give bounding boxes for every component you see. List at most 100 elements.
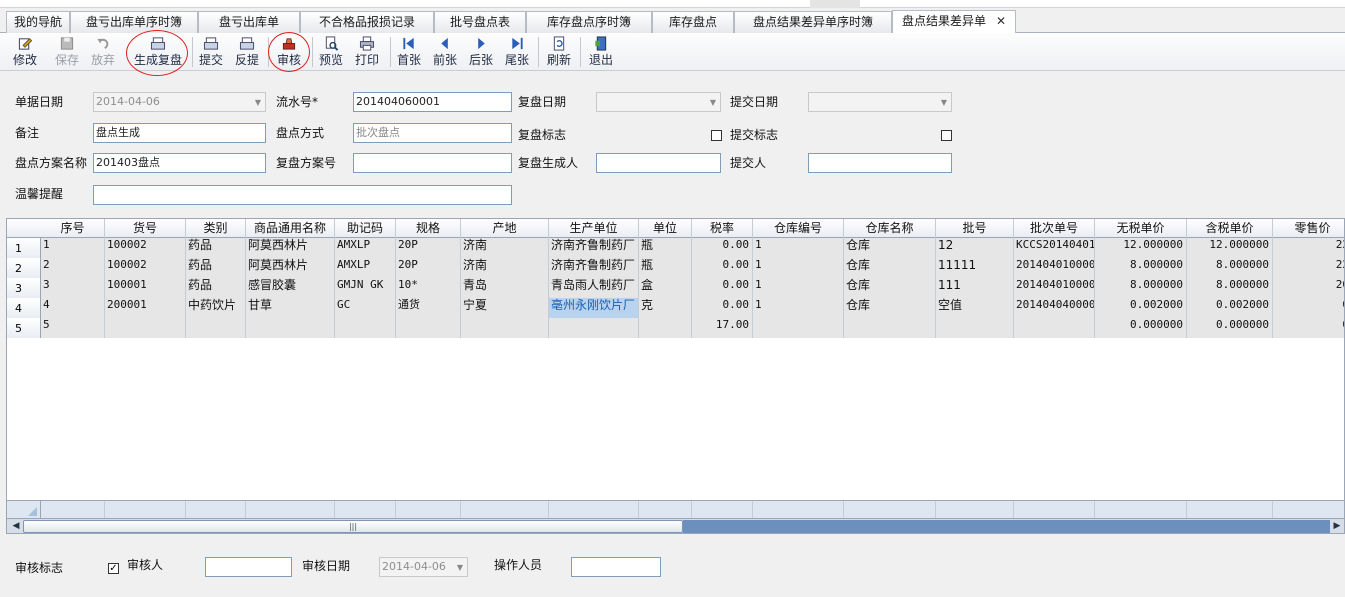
operator-field[interactable] [571,557,661,577]
column-header[interactable]: 商品通用名称 [246,219,335,238]
table-cell[interactable]: 2014040100003 [1014,278,1095,298]
row-header[interactable]: 5 [7,318,41,338]
table-row[interactable]: 3 3 100001 药品 感冒胶囊 GMJN GK 10* 青岛 青岛雨人制药厂盒 0.00 1 仓… [7,278,1344,298]
table-cell[interactable] [639,318,692,338]
submit-button[interactable]: 提交 [196,34,226,70]
table-cell[interactable]: 瓶 [639,258,692,278]
table-cell[interactable]: 11111 [936,258,1014,278]
table-cell[interactable] [461,318,549,338]
table-cell[interactable]: 瓶 [639,238,692,258]
recount-plan-field[interactable] [353,153,512,173]
table-cell[interactable]: 20P [396,258,461,278]
horizontal-scrollbar[interactable]: ◀ ||| ▶ [7,518,1344,533]
preview-button[interactable]: 预览 [316,34,346,70]
table-cell[interactable]: 通货 [396,298,461,318]
table-cell[interactable]: 111 [936,278,1014,298]
table-cell[interactable]: 0.00 [692,298,753,318]
auditor-field[interactable] [205,557,292,577]
doc-date-field[interactable]: 2014-04-06 ▼ [93,92,266,112]
table-cell[interactable]: 2014040100004 [1014,258,1095,278]
table-cell[interactable]: GC [335,298,396,318]
remark-field[interactable]: 盘点生成 [93,123,266,143]
table-cell[interactable]: 100002 [105,258,186,278]
table-cell[interactable]: AMXLP [335,238,396,258]
tab-loss-out[interactable]: 盘亏出库单 [198,11,300,33]
table-cell[interactable]: 1 [753,298,844,318]
chevron-down-icon[interactable]: ▼ [457,559,463,577]
table-cell[interactable]: 2014040400005 [1014,298,1095,318]
tab-stock-count-list[interactable]: 库存盘点序时簿 [526,11,652,33]
tab-loss-out-list[interactable]: 盘亏出库单序时簿 [70,11,198,33]
discard-button[interactable]: 放弃 [86,34,120,70]
table-cell[interactable]: 济南 [461,238,549,258]
scroll-thumb[interactable]: ||| [23,520,683,533]
table-cell[interactable]: 盒 [639,278,692,298]
plan-name-field[interactable]: 201403盘点 [93,153,266,173]
edit-button[interactable]: 修改 [8,34,42,70]
table-cell[interactable]: 0.000000 [1187,318,1273,338]
tab-stock-count[interactable]: 库存盘点 [652,11,734,33]
table-cell[interactable]: 中药饮片 [186,298,246,318]
table-cell[interactable] [1014,318,1095,338]
recount-creator-field[interactable] [596,153,721,173]
next-record-button[interactable]: 后张 [466,34,496,70]
scroll-track[interactable] [683,520,1330,533]
table-cell[interactable]: 0.002000 [1095,298,1187,318]
recount-date-field[interactable]: ▼ [596,92,721,112]
table-cell[interactable] [396,318,461,338]
chevron-down-icon[interactable]: ▼ [941,94,947,112]
column-header[interactable]: 无税单价 [1095,219,1187,238]
row-header[interactable]: 1 [7,238,41,258]
submitter-field[interactable] [808,153,952,173]
column-header[interactable]: 零售价 [1273,219,1344,238]
generate-recount-button[interactable]: 生成复盘 [130,34,186,70]
table-cell[interactable]: 药品 [186,258,246,278]
column-header[interactable]: 单位 [639,219,692,238]
table-cell[interactable] [936,318,1014,338]
table-cell[interactable]: 空值 [936,298,1014,318]
table-cell[interactable]: 甘草 [246,298,335,318]
chevron-down-icon[interactable]: ▼ [710,94,716,112]
table-cell[interactable]: 0.00 [692,238,753,258]
table-cell[interactable]: 1 [753,238,844,258]
row-header[interactable]: 3 [7,278,41,298]
table-cell[interactable]: 阿莫西林片 [246,258,335,278]
tab-defective-report[interactable]: 不合格品报损记录 [300,11,434,33]
column-header[interactable]: 类别 [186,219,246,238]
last-record-button[interactable]: 尾张 [502,34,532,70]
table-cell[interactable]: AMXLP [335,258,396,278]
tab-batch-count[interactable]: 批号盘点表 [434,11,526,33]
table-row[interactable]: 4 4 200001 中药饮片 甘草 GC 通货 宁夏 亳州永刚饮片厂克 0.00 1 仓库 空值 201… [7,298,1344,318]
table-cell[interactable]: 0.000000 [1095,318,1187,338]
table-cell[interactable]: 5 [41,318,105,338]
table-cell[interactable]: 0 [1273,298,1344,318]
table-cell[interactable]: 仓库 [844,258,936,278]
table-cell[interactable] [753,318,844,338]
table-cell[interactable]: 1 [753,278,844,298]
table-cell[interactable]: 17.00 [692,318,753,338]
prev-record-button[interactable]: 前张 [430,34,460,70]
column-header[interactable]: 生产单位 [549,219,639,238]
column-header[interactable]: 仓库编号 [753,219,844,238]
table-cell[interactable]: 8.000000 [1187,278,1273,298]
table-cell[interactable]: 0.00 [692,258,753,278]
chevron-down-icon[interactable]: ▼ [255,94,261,112]
table-cell[interactable]: 0 [1273,318,1344,338]
table-cell[interactable]: 2 [41,258,105,278]
method-field[interactable]: 批次盘点 [353,123,512,143]
table-cell[interactable] [186,318,246,338]
table-cell[interactable]: 青岛 [461,278,549,298]
audit-flag-checkbox[interactable]: ✓ [108,563,119,574]
column-header[interactable]: 仓库名称 [844,219,936,238]
table-cell[interactable]: 10* [396,278,461,298]
table-cell[interactable] [844,318,936,338]
table-cell[interactable]: 克 [639,298,692,318]
table-cell[interactable]: 100001 [105,278,186,298]
table-cell[interactable]: 8.000000 [1095,278,1187,298]
first-record-button[interactable]: 首张 [394,34,424,70]
table-cell[interactable]: 8.000000 [1095,258,1187,278]
table-cell[interactable]: 阿莫西林片 [246,238,335,258]
table-cell[interactable]: 感冒胶囊 [246,278,335,298]
recount-flag-checkbox[interactable] [711,130,722,141]
submit-flag-checkbox[interactable] [941,130,952,141]
